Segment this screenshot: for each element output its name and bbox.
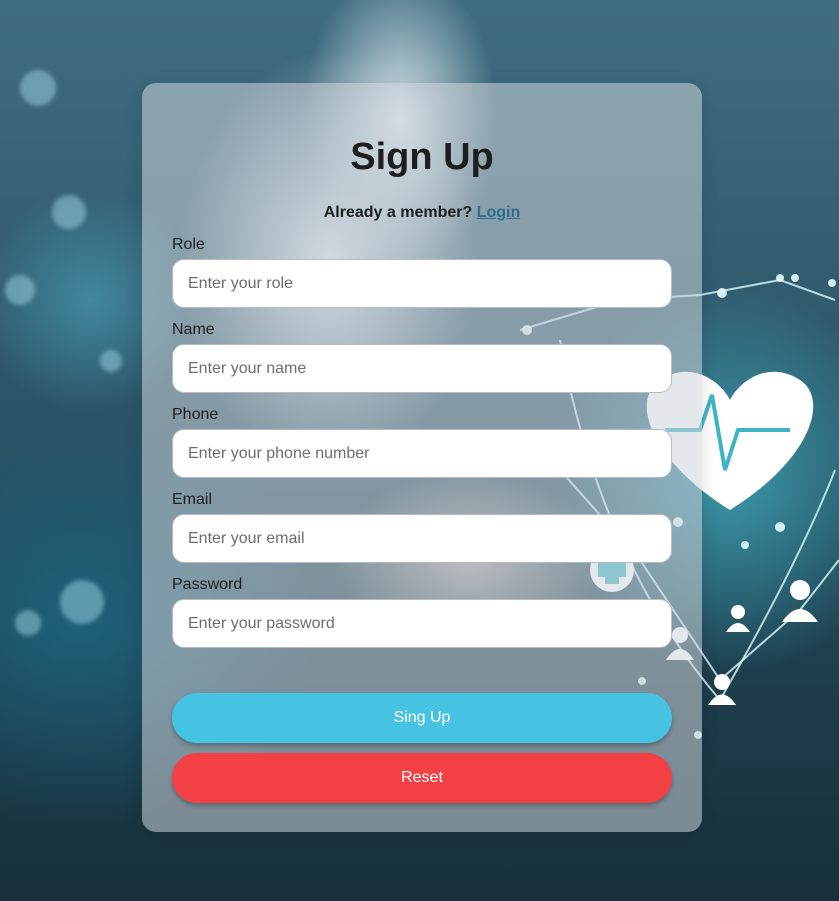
- email-field: Email: [172, 490, 672, 563]
- role-label: Role: [172, 236, 205, 253]
- login-link[interactable]: Login: [477, 204, 521, 221]
- page-title: Sign Up: [350, 136, 494, 178]
- email-label: Email: [172, 491, 213, 508]
- name-input[interactable]: [172, 344, 672, 393]
- member-prompt-text: Already a member?: [323, 204, 473, 221]
- signup-button[interactable]: Sing Up: [172, 693, 672, 743]
- phone-input[interactable]: [172, 429, 672, 478]
- signup-card: Sign Up Already a member? Login Role Nam…: [142, 83, 702, 832]
- role-input[interactable]: [172, 259, 672, 308]
- password-label: Password: [172, 576, 243, 593]
- phone-field: Phone: [172, 405, 672, 478]
- email-input[interactable]: [172, 514, 672, 563]
- password-field: Password: [172, 575, 672, 648]
- member-prompt-line: Already a member? Login: [172, 203, 672, 223]
- password-input[interactable]: [172, 599, 672, 648]
- name-field: Name: [172, 320, 672, 393]
- reset-button[interactable]: Reset: [172, 753, 672, 803]
- name-label: Name: [172, 321, 215, 338]
- role-field: Role: [172, 235, 672, 308]
- phone-label: Phone: [172, 406, 219, 423]
